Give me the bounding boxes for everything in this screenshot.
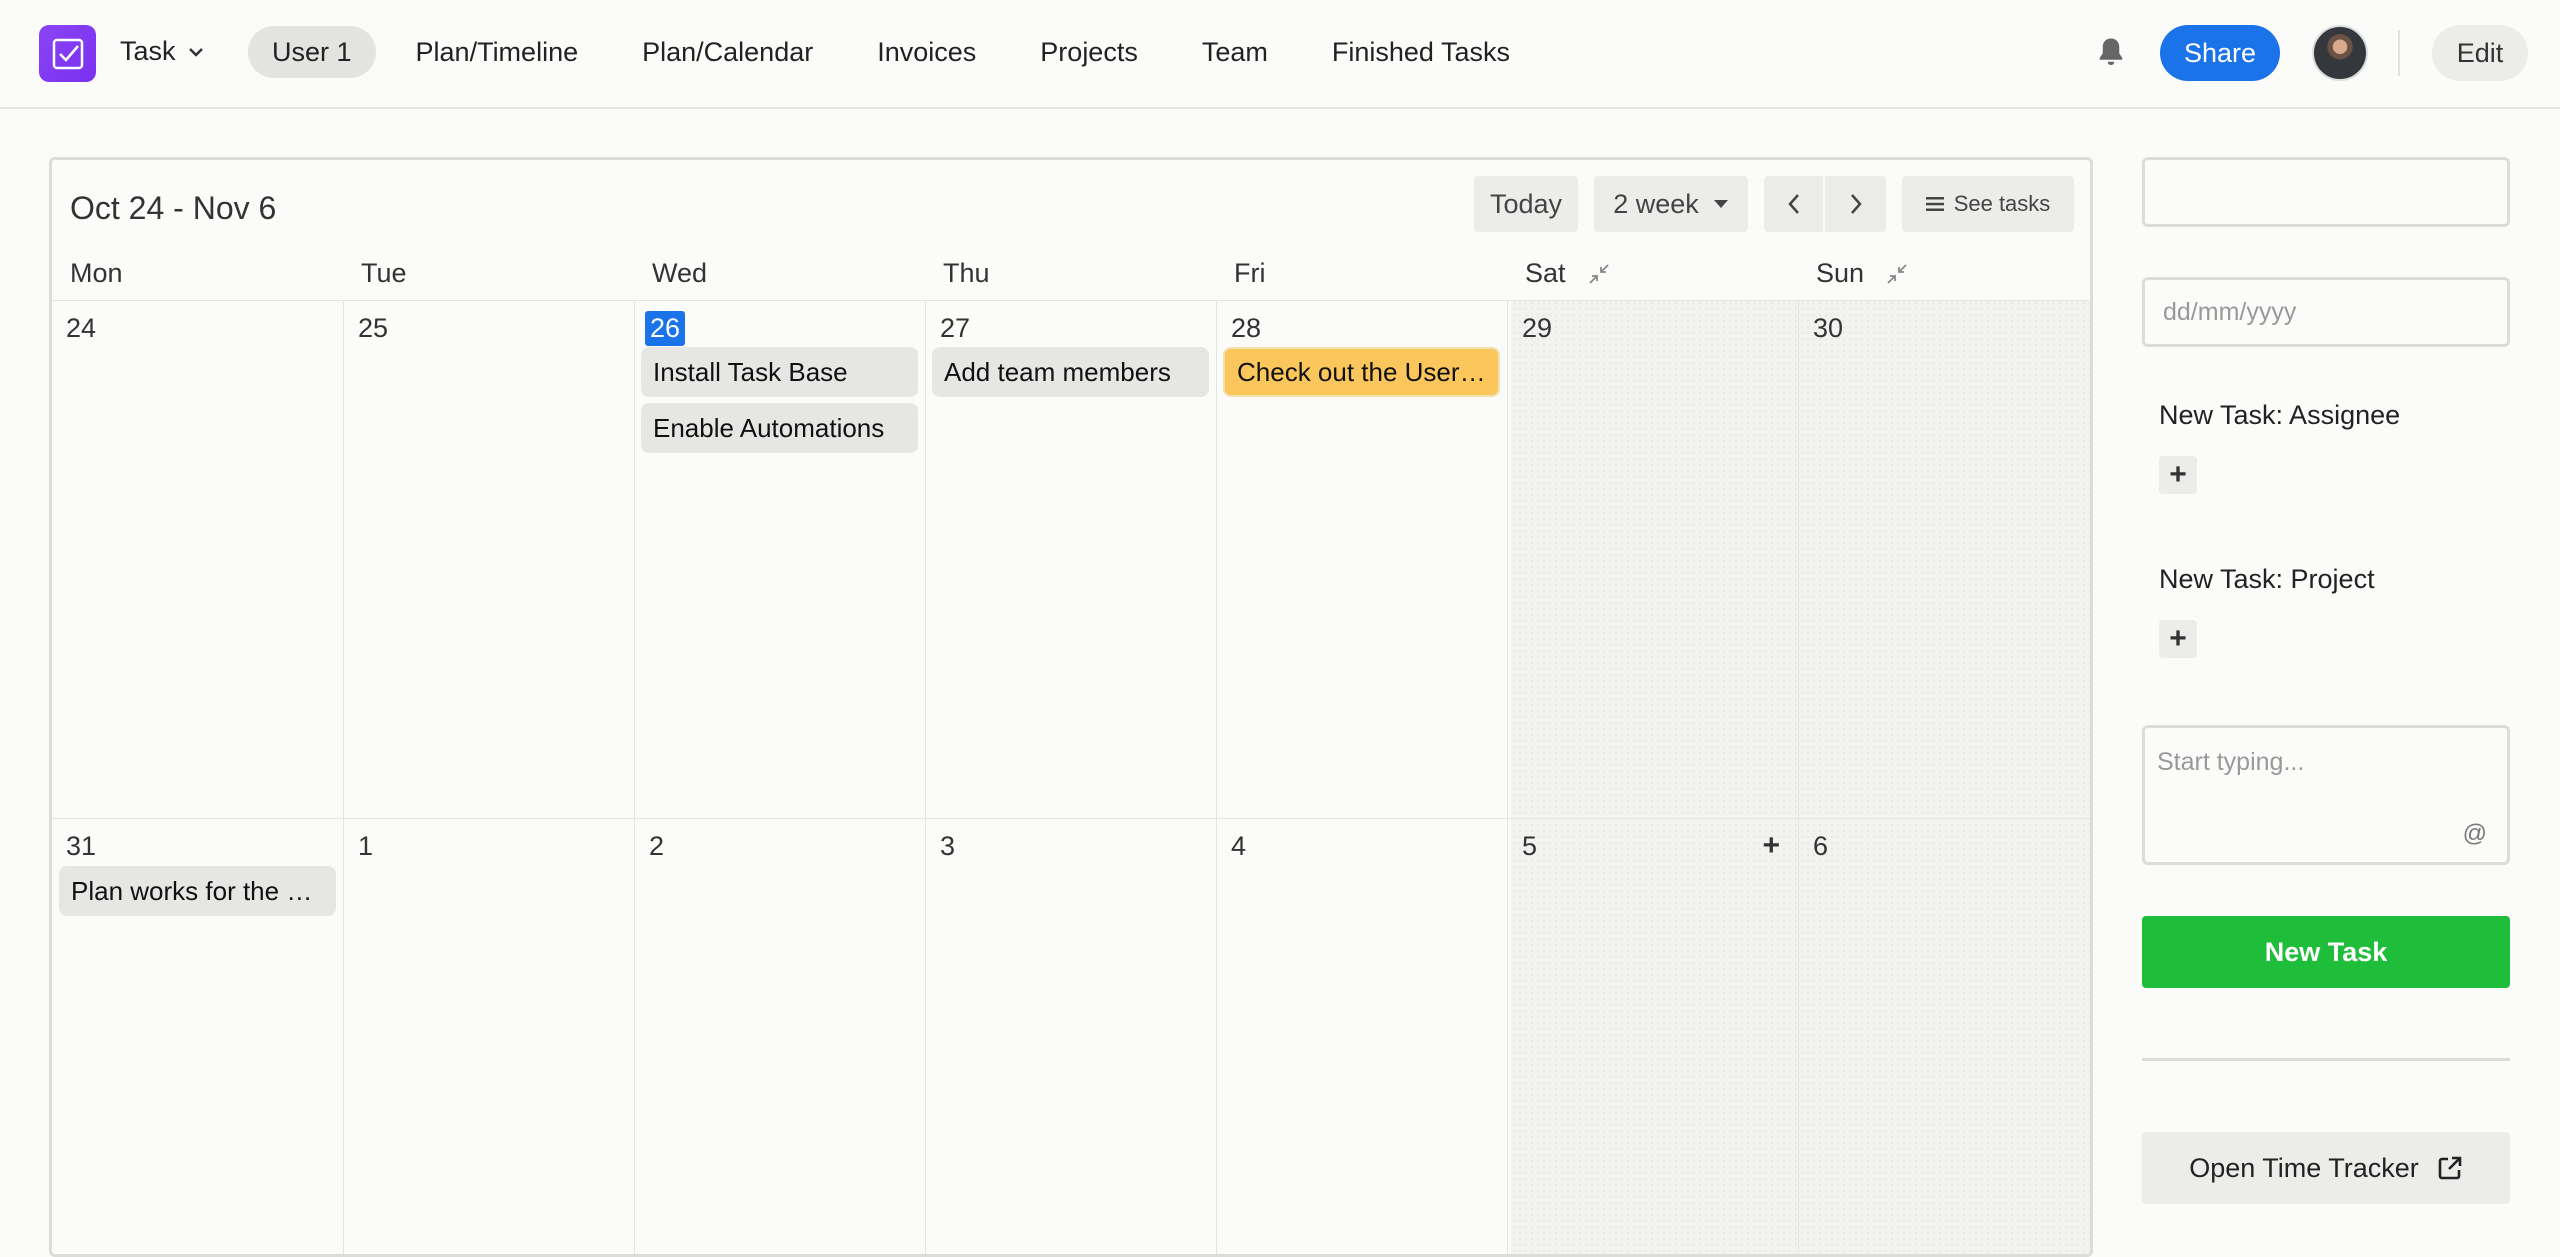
- next-period-button[interactable]: [1825, 176, 1886, 232]
- add-assignee-button[interactable]: +: [2159, 456, 2197, 494]
- date-range-title: Oct 24 - Nov 6: [70, 190, 277, 226]
- day-cell[interactable]: 5 +: [1507, 818, 1798, 1254]
- task-chip[interactable]: Enable Automations: [641, 403, 918, 453]
- see-tasks-label: See tasks: [1953, 191, 2051, 216]
- list-icon: [1925, 197, 1944, 211]
- textarea-placeholder: Start typing...: [2157, 748, 2305, 776]
- weekday-tue: Tue: [361, 258, 407, 288]
- main-nav: User 1 Plan/Timeline Plan/Calendar Invoi…: [248, 26, 1550, 78]
- nav-team[interactable]: Team: [1178, 26, 1292, 78]
- edit-button[interactable]: Edit: [2432, 25, 2528, 81]
- day-cell[interactable]: 1: [343, 818, 634, 1254]
- day-number: 29: [1522, 313, 1553, 343]
- add-project-button[interactable]: +: [2159, 620, 2197, 658]
- range-label: 2 week: [1613, 188, 1699, 219]
- today-button[interactable]: Today: [1474, 176, 1578, 232]
- day-number: 5: [1522, 831, 1538, 861]
- collapse-icon[interactable]: [1588, 263, 1610, 285]
- new-task-button[interactable]: New Task: [2142, 916, 2510, 988]
- nav-user-1[interactable]: User 1: [248, 26, 376, 78]
- day-number: 30: [1813, 313, 1844, 343]
- today-day-number: 26: [645, 311, 686, 346]
- nav-plan-calendar[interactable]: Plan/Calendar: [618, 26, 837, 78]
- prev-period-button[interactable]: [1764, 176, 1825, 232]
- chevron-right-icon: [1850, 194, 1862, 214]
- calendar-toolbar: Today 2 week See tasks: [1474, 176, 2074, 232]
- top-bar: Task User 1 Plan/Timeline Plan/Calendar …: [0, 0, 2560, 109]
- weekday-sat-label: Sat: [1525, 258, 1566, 288]
- weekday-header: Mon Tue Wed Thu Fri Sat Sun: [52, 258, 2090, 298]
- task-title: Check out the User's Guide: [1237, 356, 1486, 387]
- nav-invoices[interactable]: Invoices: [853, 26, 1000, 78]
- weekday-thu: Thu: [943, 258, 990, 288]
- weekday-sun: Sun: [1798, 258, 1908, 289]
- day-cell[interactable]: 4: [1216, 818, 1507, 1254]
- weekday-sun-label: Sun: [1816, 258, 1865, 288]
- day-number: 3: [940, 831, 956, 861]
- mention-at-icon[interactable]: @: [2463, 820, 2487, 848]
- day-number: 4: [1231, 831, 1247, 861]
- day-number: 25: [358, 313, 389, 343]
- project-label: New Task: Project: [2159, 564, 2375, 594]
- assignee-label: New Task: Assignee: [2159, 400, 2401, 430]
- day-number: 2: [649, 831, 665, 861]
- day-number: 6: [1813, 831, 1829, 861]
- comment-textarea[interactable]: Start typing... @: [2142, 725, 2510, 865]
- weekday-mon: Mon: [70, 258, 123, 288]
- calendar: Oct 24 - Nov 6 Today 2 week See tasks Mo…: [49, 157, 2093, 1257]
- weekday-fri: Fri: [1234, 258, 1266, 288]
- day-number: 1: [358, 831, 374, 861]
- app-switcher[interactable]: Task: [120, 36, 204, 67]
- divider: [2142, 1058, 2510, 1061]
- add-task-plus-icon[interactable]: +: [1762, 829, 1780, 863]
- avatar[interactable]: [2312, 25, 2368, 81]
- bell-icon[interactable]: [2093, 34, 2129, 70]
- day-number: 24: [66, 313, 97, 343]
- nav-finished-tasks[interactable]: Finished Tasks: [1308, 26, 1534, 78]
- app-name: Task: [120, 36, 176, 66]
- task-title: Enable Automations: [653, 412, 885, 443]
- time-tracker-label: Open Time Tracker: [2189, 1152, 2419, 1183]
- day-cell[interactable]: 29: [1507, 300, 1798, 818]
- weekday-wed: Wed: [652, 258, 708, 288]
- share-button[interactable]: Share: [2160, 25, 2280, 81]
- day-number: 27: [940, 313, 971, 343]
- day-cell[interactable]: 25: [343, 300, 634, 818]
- day-cell[interactable]: 2: [634, 818, 925, 1254]
- date-placeholder: dd/mm/yyyy: [2163, 297, 2297, 326]
- task-title: Plan works for the upcoming week: [71, 875, 324, 906]
- task-chip[interactable]: Install Task Base: [641, 347, 918, 397]
- open-time-tracker-button[interactable]: Open Time Tracker: [2142, 1132, 2510, 1204]
- collapse-icon[interactable]: [1886, 263, 1908, 285]
- weekday-sat: Sat: [1507, 258, 1610, 289]
- external-link-icon: [2438, 1156, 2462, 1180]
- see-tasks-button[interactable]: See tasks: [1902, 176, 2074, 232]
- day-number: 28: [1231, 313, 1262, 343]
- task-title: Add team members: [944, 356, 1171, 387]
- nav-plan-timeline[interactable]: Plan/Timeline: [392, 26, 603, 78]
- period-nav: [1764, 176, 1886, 232]
- day-number: 31: [66, 831, 97, 861]
- range-select[interactable]: 2 week: [1594, 176, 1748, 232]
- task-title-input[interactable]: [2142, 157, 2510, 227]
- caret-down-icon: [1713, 200, 1728, 208]
- divider: [2398, 30, 2400, 76]
- task-title: Install Task Base: [653, 356, 848, 387]
- app-logo-icon[interactable]: [39, 25, 96, 82]
- task-chip[interactable]: Plan works for the upcoming week: [59, 866, 336, 916]
- day-cell[interactable]: 30: [1798, 300, 2090, 818]
- chevron-down-icon: [188, 47, 203, 57]
- nav-projects[interactable]: Projects: [1016, 26, 1162, 78]
- task-chip[interactable]: Add team members: [932, 347, 1209, 397]
- date-field[interactable]: dd/mm/yyyy: [2142, 277, 2510, 347]
- task-chip-highlighted[interactable]: Check out the User's Guide: [1223, 347, 1500, 397]
- day-cell[interactable]: 24: [52, 300, 343, 818]
- day-cell[interactable]: 3: [925, 818, 1216, 1254]
- day-cell[interactable]: 6: [1798, 818, 2090, 1254]
- chevron-left-icon: [1787, 194, 1799, 214]
